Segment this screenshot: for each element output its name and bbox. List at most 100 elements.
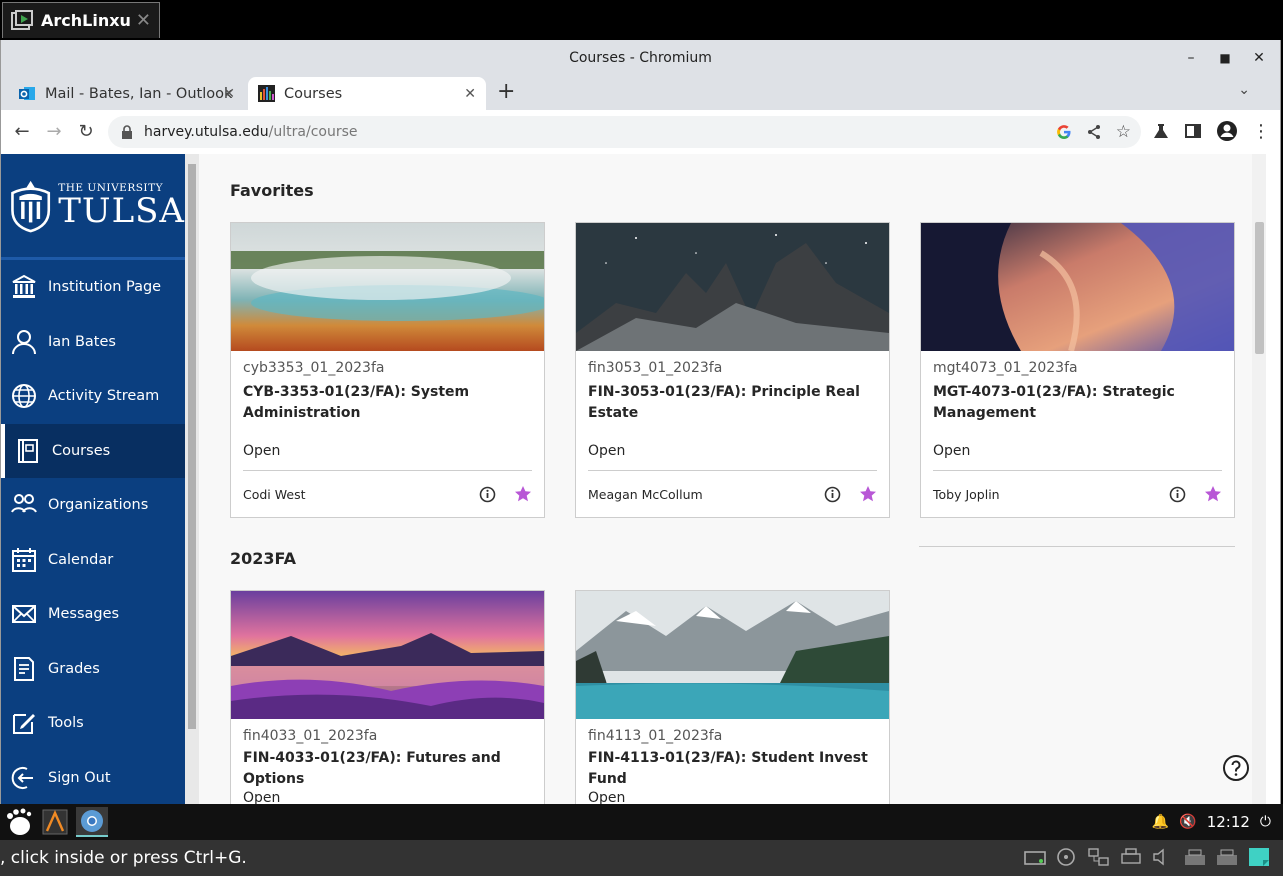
course-card[interactable]: mgt4073_01_2023fa MGT-4073-01(23/FA): St…: [920, 222, 1235, 518]
sidebar-scrollbar[interactable]: [185, 154, 199, 804]
tab-outlook[interactable]: Mail - Bates, Ian - Outlook ✕: [9, 77, 245, 110]
vm-tab[interactable]: ArchLinxu ✕: [2, 2, 160, 38]
close-window-button[interactable]: ✕: [1242, 40, 1276, 77]
sidebar-item-label: Ian Bates: [48, 333, 116, 350]
browser-window: Courses - Chromium – ■ ✕ Mail - Bates, I…: [0, 40, 1281, 804]
sidebar: THE UNIVERSITY TULSA Institution Page Ia…: [1, 154, 185, 804]
sidebar-item-messages[interactable]: Messages: [1, 587, 185, 642]
volume-muted-icon[interactable]: 🔇: [1179, 814, 1196, 830]
new-tab-button[interactable]: +: [497, 79, 515, 104]
course-image-night-mountains: [576, 223, 889, 351]
course-card[interactable]: fin3053_01_2023fa FIN-3053-01(23/FA): Pr…: [575, 222, 890, 518]
sidebar-item-label: Tools: [48, 715, 84, 732]
power-icon[interactable]: ⏻: [1260, 814, 1271, 830]
tab-courses[interactable]: Courses ✕: [248, 77, 486, 110]
vm-tab-title: ArchLinxu: [41, 11, 131, 30]
outlook-icon: [19, 85, 36, 102]
favorite-star-icon[interactable]: [859, 485, 877, 503]
maximize-button[interactable]: ■: [1208, 40, 1242, 77]
courses-main: Favorites cyb3353_01_2023fa CYB-3353-01(…: [199, 154, 1266, 804]
course-status: Open: [243, 443, 281, 459]
info-icon[interactable]: [824, 486, 841, 503]
page-viewport: THE UNIVERSITY TULSA Institution Page Ia…: [1, 154, 1280, 804]
info-icon[interactable]: [1169, 486, 1186, 503]
instructor-name: Codi West: [243, 486, 306, 502]
globe-icon: [11, 383, 37, 409]
menu-kebab-icon[interactable]: ⋮: [1252, 121, 1270, 142]
course-title[interactable]: FIN-4033-01(23/FA): Futures and Options: [243, 748, 532, 790]
clock[interactable]: 12:12: [1207, 813, 1250, 831]
info-icon[interactable]: [479, 486, 496, 503]
help-question-icon[interactable]: [1222, 754, 1250, 782]
app-launcher-icon[interactable]: [42, 807, 68, 837]
course-card[interactable]: fin4113_01_2023fa FIN-4113-01(23/FA): St…: [575, 590, 890, 804]
course-title[interactable]: FIN-4113-01(23/FA): Student Invest Fund: [588, 748, 877, 790]
sidebar-item-label: Calendar: [48, 551, 114, 568]
tab-search-chevron-icon[interactable]: ⌄: [1238, 82, 1250, 98]
favorite-star-icon[interactable]: [514, 485, 532, 503]
vm-tab-close-icon[interactable]: ✕: [136, 10, 151, 31]
term-heading: 2023FA: [230, 549, 297, 568]
sidebar-item-sign-out[interactable]: Sign Out: [1, 751, 185, 805]
bookmark-star-icon[interactable]: ☆: [1116, 122, 1131, 142]
sidebar-item-label: Messages: [48, 606, 120, 623]
sidebar-item-institution-page[interactable]: Institution Page: [1, 260, 185, 315]
university-logo[interactable]: THE UNIVERSITY TULSA: [1, 154, 185, 260]
courses-icon: [15, 438, 41, 464]
back-arrow-icon[interactable]: ←: [11, 121, 33, 143]
usb-drive-icon: [1217, 849, 1237, 865]
minimize-button[interactable]: –: [1174, 40, 1208, 77]
status-icons: [1023, 846, 1271, 868]
gnome-foot-icon[interactable]: [4, 807, 32, 837]
course-code: fin4113_01_2023fa: [588, 728, 723, 744]
course-code: fin4033_01_2023fa: [243, 728, 378, 744]
share-icon[interactable]: [1086, 124, 1102, 140]
course-image-lavender-lake: [231, 591, 544, 719]
grades-icon: [11, 656, 37, 682]
course-status: Open: [588, 790, 626, 804]
system-tray: 🔔 🔇 12:12 ⏻: [1152, 804, 1271, 840]
chart-bars-icon: [258, 85, 275, 102]
sign-out-icon: [11, 765, 37, 791]
url-path: /ultra/course: [268, 124, 358, 140]
calendar-icon: [11, 547, 37, 573]
favorites-heading: Favorites: [230, 181, 314, 200]
course-title[interactable]: CYB-3353-01(23/FA): System Administratio…: [243, 382, 532, 430]
sidebar-scroll-thumb[interactable]: [188, 164, 196, 729]
sidebar-item-tools[interactable]: Tools: [1, 696, 185, 751]
lock-icon: [122, 125, 132, 139]
status-message: , click inside or press Ctrl+G.: [0, 848, 247, 868]
address-bar[interactable]: harvey.utulsa.edu/ultra/course ☆: [108, 116, 1141, 148]
course-title[interactable]: MGT-4073-01(23/FA): Strategic Management: [933, 382, 1222, 430]
network-icon: [1088, 848, 1109, 866]
main-scroll-thumb[interactable]: [1255, 222, 1264, 354]
side-panel-icon[interactable]: [1184, 122, 1202, 140]
sidebar-item-grades[interactable]: Grades: [1, 642, 185, 697]
tulsa-seal-icon: [11, 180, 51, 232]
organizations-icon: [11, 492, 37, 518]
course-code: mgt4073_01_2023fa: [933, 360, 1078, 376]
profile-avatar-icon[interactable]: [1216, 120, 1238, 142]
tab-close-icon[interactable]: ✕: [223, 86, 235, 102]
sidebar-item-organizations[interactable]: Organizations: [1, 478, 185, 533]
sidebar-item-profile[interactable]: Ian Bates: [1, 315, 185, 370]
card-footer: Codi West: [231, 471, 544, 517]
sidebar-item-courses[interactable]: Courses: [1, 423, 185, 478]
reload-icon[interactable]: ↻: [75, 121, 97, 143]
sidebar-item-activity-stream[interactable]: Activity Stream: [1, 369, 185, 424]
sidebar-nav: Institution Page Ian Bates Activity Stre…: [1, 260, 185, 804]
printer-icon: [1121, 848, 1141, 864]
taskbar-chromium[interactable]: [76, 807, 108, 837]
sidebar-item-calendar[interactable]: Calendar: [1, 533, 185, 588]
forward-arrow-icon[interactable]: →: [43, 121, 65, 143]
optical-disc-icon: [1057, 848, 1075, 866]
favorite-star-icon[interactable]: [1204, 485, 1222, 503]
notification-bell-icon[interactable]: 🔔: [1152, 814, 1169, 830]
tab-close-icon[interactable]: ✕: [464, 86, 476, 102]
main-scrollbar[interactable]: [1252, 154, 1266, 804]
course-card[interactable]: fin4033_01_2023fa FIN-4033-01(23/FA): Fu…: [230, 590, 545, 804]
course-title[interactable]: FIN-3053-01(23/FA): Principle Real Estat…: [588, 382, 877, 430]
google-icon[interactable]: [1056, 124, 1072, 140]
extension-flask-icon[interactable]: [1152, 122, 1170, 140]
course-card[interactable]: cyb3353_01_2023fa CYB-3353-01(23/FA): Sy…: [230, 222, 545, 518]
